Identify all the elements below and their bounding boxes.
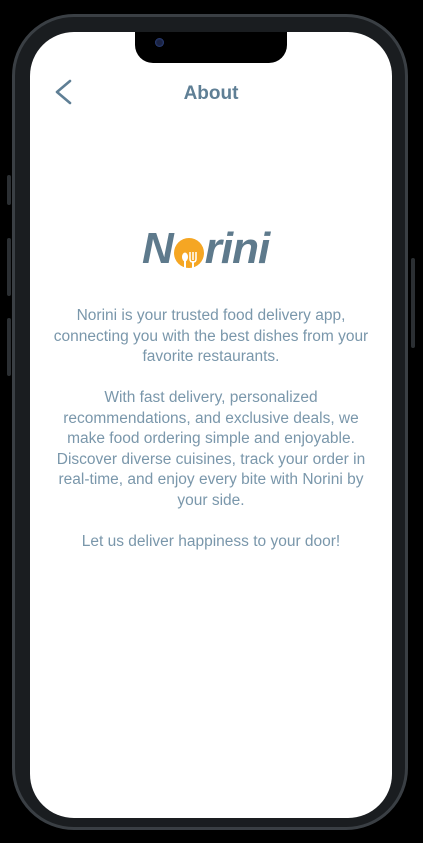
about-paragraph-3: Let us deliver happiness to your door! — [81, 532, 341, 550]
notch — [135, 32, 287, 63]
about-paragraph-1: Norini is your trusted food delivery app… — [53, 307, 369, 365]
norini-logo: N rini — [142, 224, 270, 273]
page-title: About — [183, 83, 239, 104]
mute-switch — [7, 175, 11, 205]
camera-icon — [155, 38, 164, 47]
power-button — [411, 258, 415, 348]
volume-down-button — [7, 318, 11, 376]
about-text: Norini is your trusted food delivery app… — [50, 306, 372, 573]
fork-spoon-icon — [173, 238, 204, 272]
volume-up-button — [7, 238, 11, 296]
about-paragraph-2: With fast delivery, personalized recomme… — [56, 389, 366, 509]
app-screen: About N rini Norini is your trusted food… — [30, 32, 392, 818]
